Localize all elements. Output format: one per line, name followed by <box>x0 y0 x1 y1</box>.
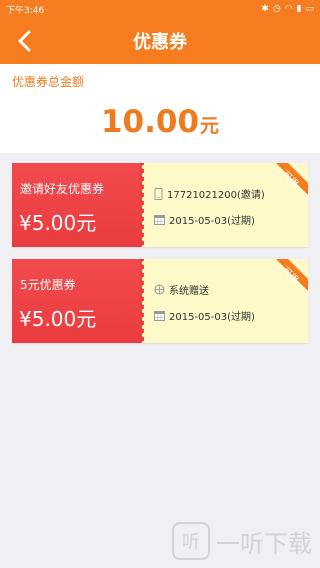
coupon-expiry-row: 2015-05-03(过期) <box>154 308 255 323</box>
status-bar: 下午3:46 ✱ ◷ ◠ ▮ ▭ <box>0 0 320 18</box>
coupon-right-panel: 17721021200(邀请) 2015-05-03(过期) 可用 <box>144 163 308 247</box>
signal-icon: ▮ <box>296 4 302 14</box>
watermark-text: 一听下载 <box>216 529 312 558</box>
coupon-price: ¥5.00元 <box>19 211 97 235</box>
alarm-icon: ◷ <box>272 4 281 14</box>
coupon-source-row: 17721021200(邀请) <box>154 186 265 201</box>
coupon-source-text: 系统赠送 <box>169 286 209 297</box>
wifi-icon: ◠ <box>284 4 293 14</box>
chevron-left-icon <box>18 30 31 52</box>
gift-icon <box>154 284 165 295</box>
coupon-name: 邀请好友优惠券 <box>20 182 105 196</box>
calendar-icon <box>154 215 165 225</box>
battery-icon: ▭ <box>305 4 314 14</box>
coupon-card[interactable]: 5元优惠券 ¥5.00元 系统赠送 2015-05-03(过期) 可用 <box>12 259 308 343</box>
coupon-name: 5元优惠券 <box>20 278 76 292</box>
coupon-left-panel: 邀请好友优惠券 ¥5.00元 <box>12 163 140 247</box>
back-button[interactable] <box>8 24 42 58</box>
coupon-left-panel: 5元优惠券 ¥5.00元 <box>12 259 140 343</box>
total-amount-value: 10.00元 <box>0 104 320 140</box>
status-icons: ✱ ◷ ◠ ▮ ▭ <box>261 4 314 14</box>
phone-icon <box>154 187 163 200</box>
coupon-expiry-text: 2015-05-03(过期) <box>169 312 255 323</box>
status-time: 下午3:46 <box>6 5 45 16</box>
page-title: 优惠券 <box>133 32 187 53</box>
coupon-price: ¥5.00元 <box>19 307 97 331</box>
amount-number: 10.00 <box>100 104 200 140</box>
watermark: 听 一听下载 <box>172 522 312 560</box>
status-ribbon: 可用 <box>266 259 308 301</box>
coupon-expiry-row: 2015-05-03(过期) <box>154 212 255 227</box>
coupon-right-panel: 系统赠送 2015-05-03(过期) 可用 <box>144 259 308 343</box>
total-amount-label: 优惠券总金额 <box>12 75 85 89</box>
status-ribbon: 可用 <box>266 163 308 205</box>
coupon-source-row: 系统赠送 <box>154 282 209 297</box>
coupon-source-text: 17721021200(邀请) <box>167 190 265 201</box>
coupon-card[interactable]: 邀请好友优惠券 ¥5.00元 17721021200(邀请) 2015-05-0… <box>12 163 308 247</box>
watermark-logo: 听 <box>172 522 210 560</box>
coupon-expiry-text: 2015-05-03(过期) <box>169 216 255 227</box>
nav-bar: 优惠券 <box>0 18 320 64</box>
bluetooth-icon: ✱ <box>261 4 269 14</box>
calendar-icon <box>154 311 165 321</box>
amount-unit: 元 <box>200 115 220 137</box>
total-amount-panel: 优惠券总金额 10.00元 <box>0 64 320 153</box>
